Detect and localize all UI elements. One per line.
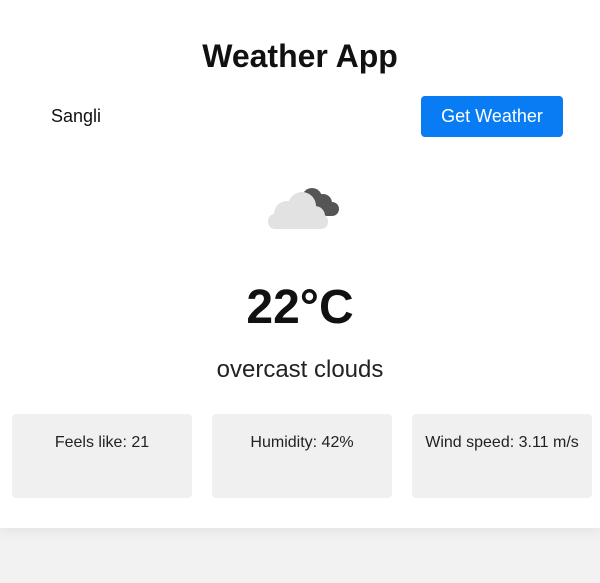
humidity-text: Humidity: 42% bbox=[250, 434, 354, 451]
city-input[interactable] bbox=[37, 96, 407, 137]
search-row: Get Weather bbox=[0, 96, 600, 137]
overcast-clouds-icon bbox=[260, 176, 344, 236]
get-weather-button[interactable]: Get Weather bbox=[421, 96, 563, 137]
temperature: 22°C bbox=[246, 281, 354, 334]
weather-card: Weather App Get Weather 22°C overcast cl… bbox=[0, 0, 600, 528]
wind-speed-card: Wind speed: 3.11 m/s bbox=[412, 414, 592, 498]
wind-speed-text: Wind speed: 3.11 m/s bbox=[425, 434, 579, 451]
humidity-card: Humidity: 42% bbox=[212, 414, 392, 498]
weather-description: overcast clouds bbox=[216, 356, 384, 383]
feels-like-card: Feels like: 21 bbox=[12, 414, 192, 498]
app-title: Weather App bbox=[202, 38, 398, 74]
feels-like-text: Feels like: 21 bbox=[54, 434, 150, 451]
